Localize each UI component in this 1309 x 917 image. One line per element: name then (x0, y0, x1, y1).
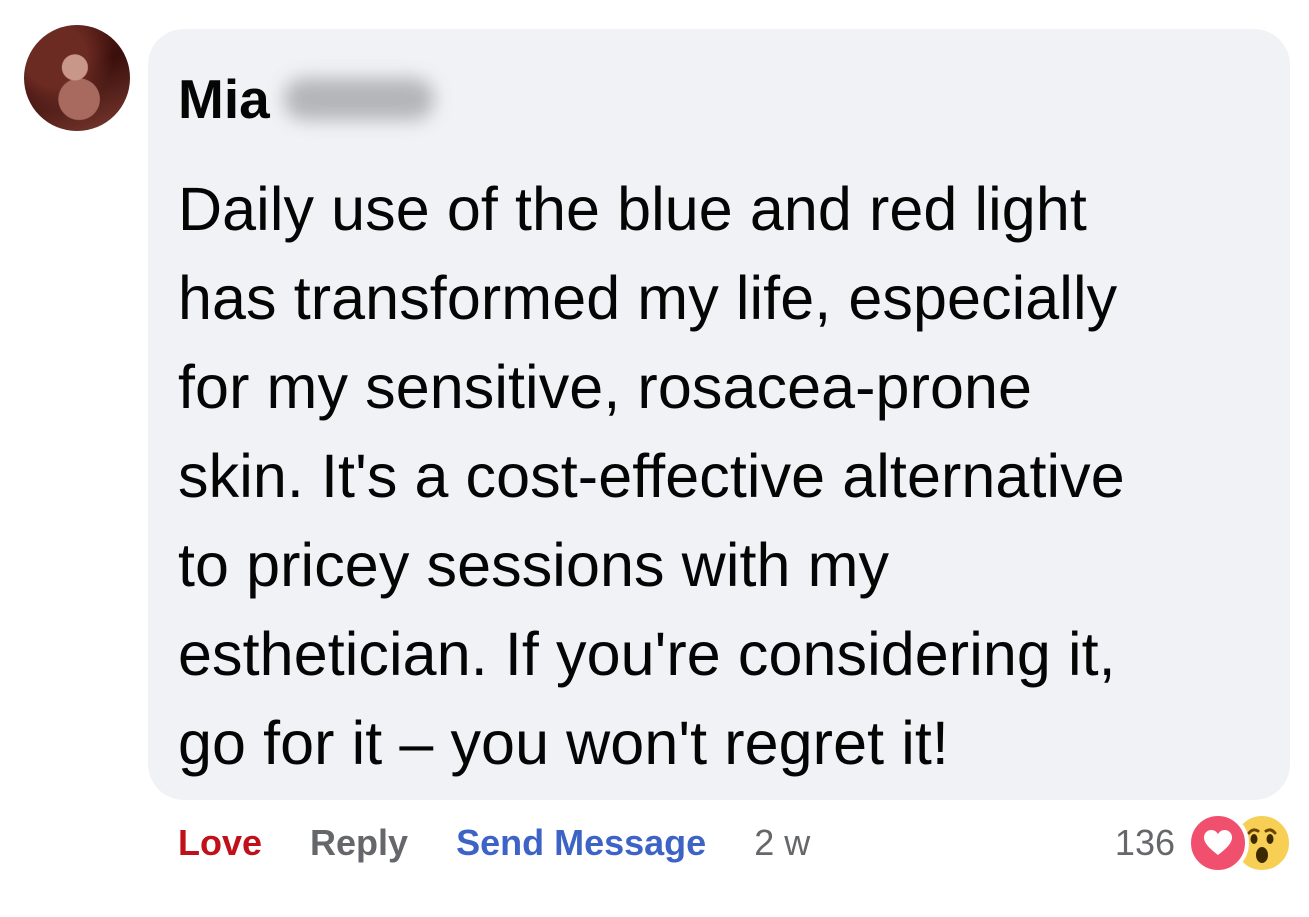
send-message-button[interactable]: Send Message (456, 822, 706, 864)
reply-button[interactable]: Reply (310, 822, 408, 864)
comment-actions: Love Reply Send Message 2 w (178, 818, 858, 868)
comment-timestamp[interactable]: 2 w (754, 822, 810, 864)
love-button[interactable]: Love (178, 822, 262, 864)
love-icon (1187, 812, 1249, 874)
comment-text: Daily use of the blue and red light has … (178, 175, 1125, 777)
redacted-surname-blur (283, 78, 434, 120)
comment-author[interactable]: Mia (178, 66, 434, 132)
author-name[interactable]: Mia (178, 71, 270, 127)
avatar[interactable] (24, 25, 130, 131)
reaction-count: 136 (1114, 822, 1175, 863)
reaction-icons (1187, 812, 1293, 874)
reactions-summary[interactable]: 136 (1114, 812, 1293, 874)
comment: Mia Daily use of the blue and red light … (0, 0, 1309, 917)
